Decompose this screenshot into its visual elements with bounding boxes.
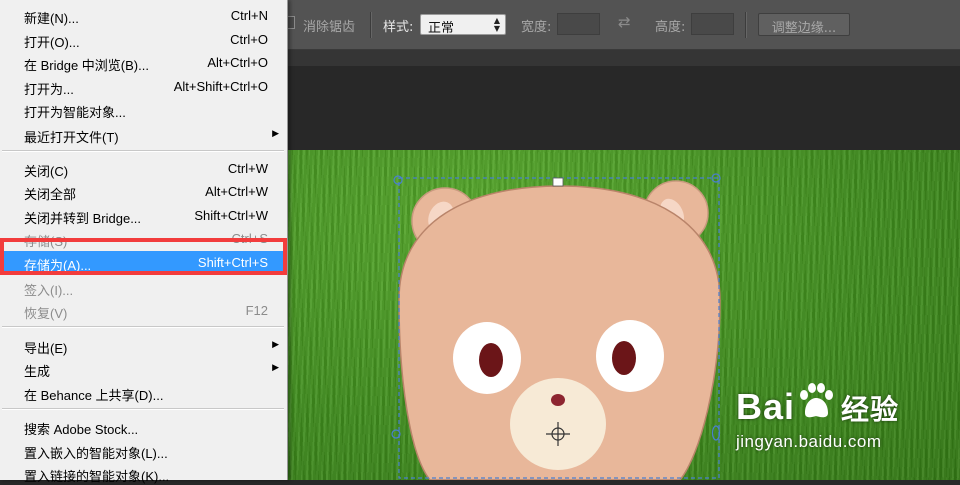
menu-item-open[interactable]: 打开(O)... Ctrl+O [0,28,287,51]
file-menu: 新建(N)... Ctrl+N 打开(O)... Ctrl+O 在 Bridge 中… [0,0,288,484]
menu-item-browse-in-bridge[interactable]: 在 Bridge 中浏览(B)... Alt+Ctrl+O [0,51,287,74]
menu-item-close-all[interactable]: 关闭全部 Alt+Ctrl+W [0,180,287,203]
style-select-value: 正常 [428,21,455,36]
select-arrows-icon: ▲ ▼ [493,16,500,33]
baidu-jingyan-watermark: Bai 经验 jingyan.baidu.com [736,383,899,452]
options-divider [745,12,746,38]
menu-item-check-in[interactable]: 签入(I)... [0,276,287,299]
width-label: 宽度: [521,20,552,35]
menu-item-new[interactable]: 新建(N)... Ctrl+N [0,4,287,27]
menu-separator [2,408,284,410]
transform-handle[interactable] [393,175,403,185]
watermark-url: jingyan.baidu.com [736,432,882,451]
menu-item-close-and-go-to-bridge[interactable]: 关闭并转到 Bridge... Shift+Ctrl+W [0,204,287,227]
options-divider [370,12,371,38]
watermark-logo-cn: 经验 [841,394,900,425]
style-select[interactable]: 正常 ▲ ▼ [420,14,506,36]
menu-item-close[interactable]: 关闭(C) Ctrl+W [0,157,287,180]
menu-item-generate[interactable]: 生成 ▶ [0,357,287,380]
menu-separator [2,326,284,328]
bear-left-pupil [479,343,503,377]
menu-item-open-recent[interactable]: 最近打开文件(T) ▶ [0,123,287,146]
menu-item-export[interactable]: 导出(E) ▶ [0,334,287,357]
menu-separator [2,150,284,152]
watermark-logo-latin: Bai [736,386,796,427]
menu-item-revert[interactable]: 恢复(V) F12 [0,299,287,322]
menu-item-save-as[interactable]: 存储为(A)... Shift+Ctrl+S [0,251,287,274]
refine-edge-button[interactable]: 调整边缘... [758,13,850,36]
menu-item-save[interactable]: 存储(S) Ctrl+S [0,227,287,250]
width-input[interactable] [557,13,600,35]
menu-item-place-embedded[interactable]: 置入嵌入的智能对象(L)... [0,439,287,462]
submenu-arrow-icon: ▶ [272,362,279,372]
menu-item-place-linked[interactable]: 置入链接的智能对象(K)... [0,462,287,485]
menu-item-share-on-behance[interactable]: 在 Behance 上共享(D)... [0,381,287,404]
style-label: 样式: [383,20,414,35]
antialias-label: 消除锯齿 [303,20,356,35]
bear-right-pupil [612,341,636,375]
height-input[interactable] [691,13,734,35]
height-label: 高度: [655,20,686,35]
swap-arrows-icon[interactable]: ⇄ [618,13,631,31]
submenu-arrow-icon: ▶ [272,339,279,349]
transform-handle[interactable] [552,177,564,187]
submenu-arrow-icon: ▶ [272,128,279,138]
menu-item-search-adobe-stock[interactable]: 搜索 Adobe Stock... [0,415,287,438]
watermark-logo: Bai 经验 [736,383,899,428]
paw-icon [795,383,841,425]
menu-item-open-as[interactable]: 打开为... Alt+Shift+Ctrl+O [0,75,287,98]
bear-nose [551,394,565,406]
menu-item-open-as-smart-object[interactable]: 打开为智能对象... [0,98,287,121]
